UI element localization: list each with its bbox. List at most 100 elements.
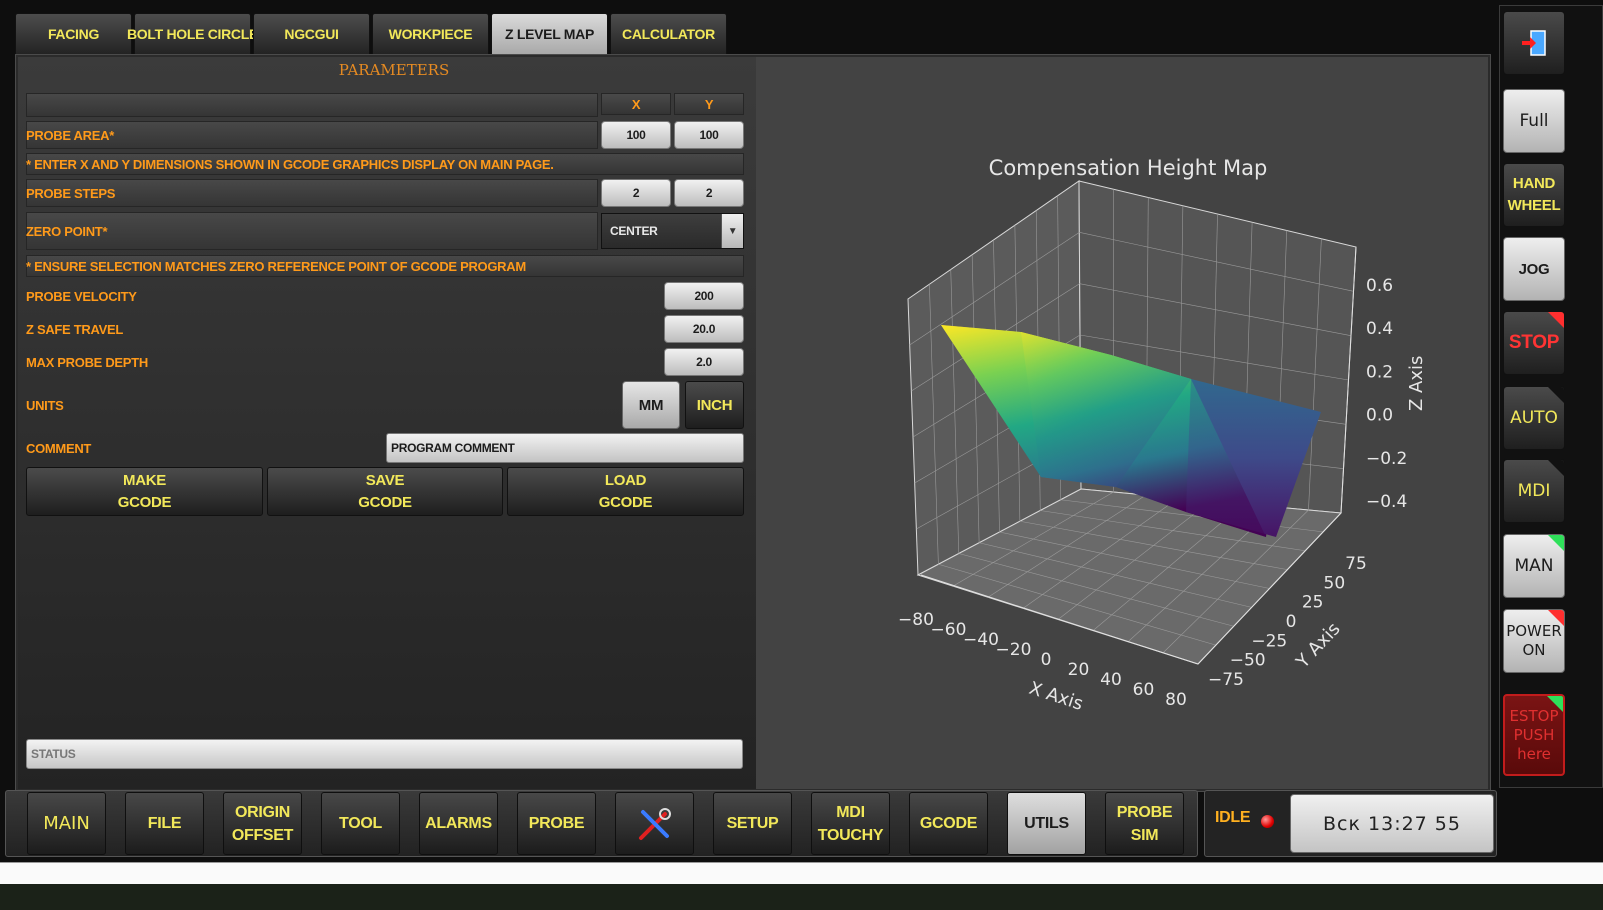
tab-bolt-hole-circle[interactable]: BOLT HOLE CIRCLE [127, 13, 258, 55]
estop-button[interactable]: ESTOP PUSH here [1503, 694, 1565, 776]
desktop-taskbar [0, 862, 1603, 884]
nav-probe-sim[interactable]: PROBE SIM [1105, 792, 1184, 855]
exit-door-icon [1522, 30, 1546, 56]
load-gcode-button[interactable]: LOAD GCODE [507, 467, 744, 516]
x-tick-label: 80 [1165, 690, 1187, 710]
save-gcode-button[interactable]: SAVE GCODE [267, 467, 503, 516]
machine-state: IDLE [1215, 809, 1251, 826]
z-tick-label: 0.0 [1366, 406, 1393, 426]
machine-status: IDLE Вск 13:27 55 [1204, 790, 1497, 857]
z-safe-label: Z SAFE TRAVEL [26, 321, 123, 337]
nav-utils[interactable]: UTILS [1007, 792, 1086, 855]
tab-z-level-map[interactable]: Z LEVEL MAP [491, 13, 608, 55]
status-field: STATUS [26, 739, 743, 769]
load-gcode-label-2: GCODE [598, 493, 653, 511]
zero-point-select[interactable]: CENTER ▼ [601, 213, 744, 249]
jog-button[interactable]: JOG [1503, 237, 1565, 301]
y-tick-label: 50 [1324, 573, 1346, 593]
nav-origin-offset[interactable]: ORIGIN OFFSET [223, 792, 302, 855]
z-tick-label: 0.6 [1366, 276, 1393, 296]
nav-probe[interactable]: PROBE [517, 792, 596, 855]
y-tick-label: 0 [1286, 612, 1297, 632]
exit-button[interactable] [1503, 11, 1565, 75]
z-safe-input[interactable]: 20.0 [664, 315, 744, 343]
status-led-icon [1261, 815, 1274, 828]
comment-input[interactable]: PROGRAM COMMENT [386, 433, 744, 463]
nav-mdi-label-2: TOUCHY [817, 826, 884, 844]
save-gcode-label-1: SAVE [365, 471, 405, 489]
nav-tool[interactable]: TOOL [321, 792, 400, 855]
x-tick-label: −80 [898, 610, 934, 630]
z-axis-label: Z Axis [1406, 356, 1427, 411]
y-header: Y [674, 93, 744, 115]
clock-display: Вск 13:27 55 [1290, 794, 1494, 853]
probe-area-x-input[interactable]: 100 [601, 121, 671, 149]
tab-ngcgui[interactable]: NGCGUI [253, 13, 370, 55]
estop-label-2: PUSH [1513, 725, 1555, 744]
probe-steps-x-input[interactable]: 2 [601, 179, 671, 207]
units-mm-button[interactable]: MM [622, 381, 680, 429]
y-tick-label: −50 [1230, 651, 1266, 671]
z-tick-label: 0.4 [1366, 319, 1393, 339]
man-button[interactable]: MAN [1503, 534, 1565, 598]
x-header: X [601, 93, 671, 115]
nav-setup[interactable]: SETUP [713, 792, 792, 855]
make-gcode-button[interactable]: MAKE GCODE [26, 467, 263, 516]
nav-gcode[interactable]: GCODE [909, 792, 988, 855]
power-on-button[interactable]: POWER ON [1503, 609, 1565, 673]
make-gcode-label-2: GCODE [117, 493, 172, 511]
nav-alarms[interactable]: ALARMS [419, 792, 498, 855]
parameters-panel: PARAMETERS X Y PROBE AREA* 100 100 * ENT… [18, 57, 770, 789]
y-tick-label: 75 [1345, 554, 1367, 574]
chevron-down-icon[interactable]: ▼ [721, 214, 743, 248]
x-tick-label: −20 [996, 640, 1032, 660]
power-label-2: ON [1522, 641, 1546, 659]
nav-probesim-label-1: PROBE [1116, 803, 1173, 821]
y-tick-label: −25 [1251, 631, 1287, 651]
z-tick-label: 0.2 [1366, 362, 1393, 382]
nav-origin-label-2: OFFSET [231, 826, 294, 844]
header-spacer [26, 93, 598, 117]
handwheel-button[interactable]: HAND WHEEL [1503, 163, 1565, 227]
man-indicator [1548, 535, 1564, 551]
full-button[interactable]: Full [1503, 89, 1565, 153]
z-tick-label: −0.2 [1366, 449, 1407, 469]
nav-mdi-label-1: MDI [836, 803, 865, 821]
auto-button[interactable]: AUTO [1503, 386, 1565, 450]
tab-facing[interactable]: FACING [15, 13, 132, 55]
mdi-mode-button[interactable]: MDI [1503, 459, 1565, 523]
stop-button[interactable]: STOP [1503, 311, 1565, 375]
auto-label: AUTO [1510, 408, 1558, 428]
main-panel: PARAMETERS X Y PROBE AREA* 100 100 * ENT… [15, 54, 1491, 792]
probe-steps-y-input[interactable]: 2 [674, 179, 744, 207]
zero-point-value: CENTER [610, 224, 658, 238]
handwheel-label-2: WHEEL [1507, 197, 1561, 214]
nav-main[interactable]: MAIN [27, 792, 106, 855]
probe-velocity-label: PROBE VELOCITY [26, 288, 137, 304]
make-gcode-label-1: MAKE [123, 471, 166, 489]
x-axis-label: X Axis [1026, 678, 1085, 715]
probe-area-y-input[interactable]: 100 [674, 121, 744, 149]
stop-label: STOP [1508, 332, 1560, 353]
x-tick-label: 20 [1068, 660, 1090, 680]
mdi-indicator [1548, 460, 1564, 476]
parameters-title: PARAMETERS [338, 61, 450, 79]
z-tick-label: −0.4 [1366, 492, 1407, 512]
max-depth-input[interactable]: 2.0 [664, 348, 744, 376]
nav-tools-icon-button[interactable] [615, 792, 694, 855]
x-tick-label: −40 [963, 630, 999, 650]
estop-label-3: here [1517, 744, 1551, 763]
height-map-chart: Compensation Height Map −80 −60 −40 −20 0 20 4… [756, 57, 1488, 789]
bottom-nav: MAIN FILE ORIGIN OFFSET TOOL ALARMS PROB… [5, 790, 1198, 857]
nav-file[interactable]: FILE [125, 792, 204, 855]
dimensions-note: * ENTER X AND Y DIMENSIONS SHOWN IN GCOD… [26, 156, 554, 172]
nav-mdi-touchy[interactable]: MDI TOUCHY [811, 792, 890, 855]
tab-calculator[interactable]: CALCULATOR [610, 13, 727, 55]
probe-velocity-input[interactable]: 200 [664, 282, 744, 310]
units-inch-button[interactable]: INCH [685, 381, 744, 429]
tab-workpiece[interactable]: WORKPIECE [372, 13, 489, 55]
x-tick-label: 60 [1133, 680, 1155, 700]
tab-bar: FACING BOLT HOLE CIRCLE NGCGUI WORKPIECE… [15, 13, 727, 55]
wrench-screwdriver-icon [638, 807, 671, 840]
z-tick-labels: −0.4 −0.2 0.0 0.2 0.4 0.6 [1366, 276, 1407, 512]
